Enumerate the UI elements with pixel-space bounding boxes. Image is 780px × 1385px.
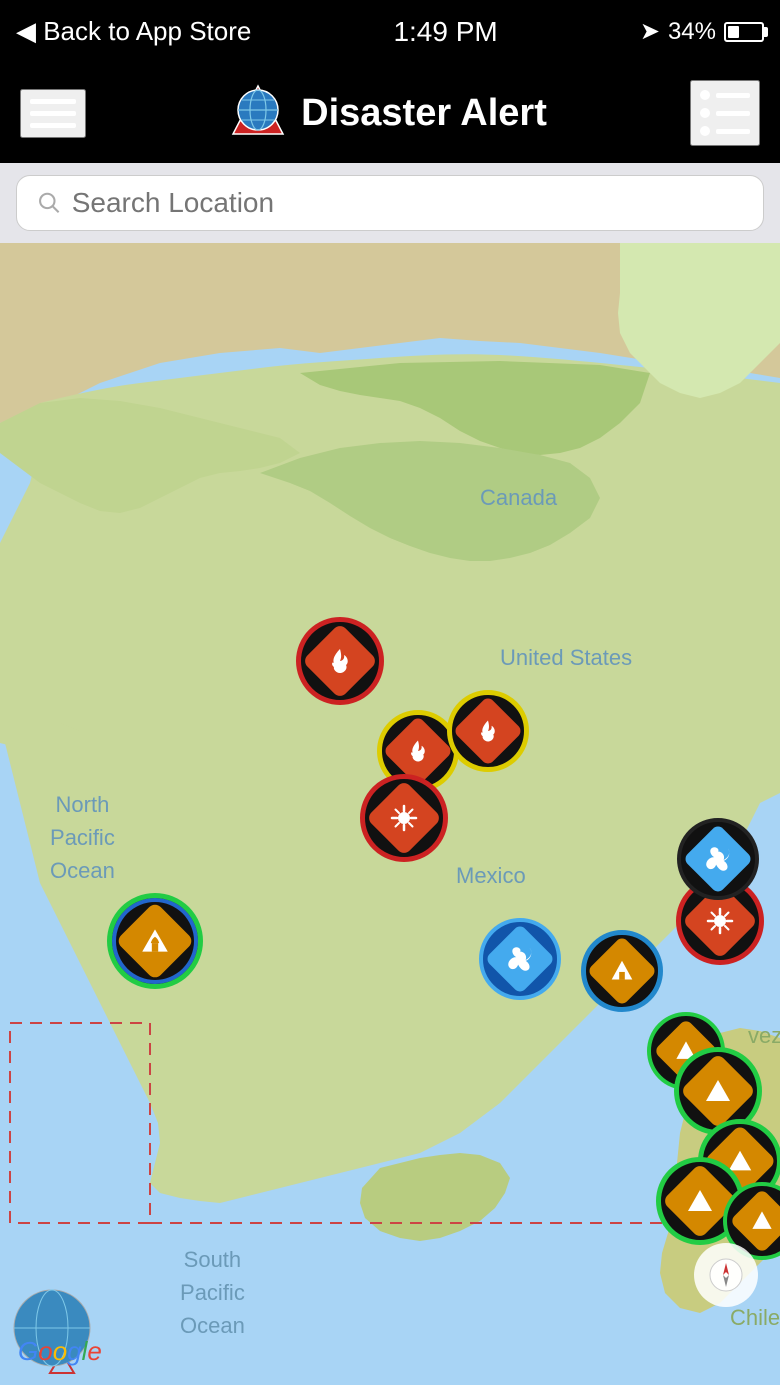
search-input-wrap[interactable] xyxy=(16,175,764,231)
status-right: ➤ 34% xyxy=(640,17,764,46)
marker-cyclone-black-1[interactable] xyxy=(677,818,759,900)
compass-button[interactable] xyxy=(694,1243,758,1307)
status-bar: ◀ Back to App Store 1:49 PM ➤ 34% xyxy=(0,0,780,63)
list-menu-button[interactable] xyxy=(690,80,760,146)
marker-sun-red-1[interactable] xyxy=(360,774,448,862)
search-bar xyxy=(0,163,780,243)
back-button[interactable]: ◀ Back to App Store xyxy=(16,16,251,47)
battery-percent: 34% xyxy=(668,18,716,46)
marker-cyclone-blue-1[interactable] xyxy=(479,918,561,1000)
marker-fire-red-1[interactable] xyxy=(296,617,384,705)
nav-bar: ! Disaster Alert xyxy=(0,63,780,163)
search-input[interactable] xyxy=(72,187,743,219)
marker-volcano-green-1[interactable] xyxy=(107,893,203,989)
compass-icon xyxy=(708,1257,744,1293)
back-label: ◀ Back to App Store xyxy=(16,16,251,47)
location-arrow-icon: ➤ xyxy=(640,17,660,46)
marker-fire-yellow-2[interactable] xyxy=(447,690,529,772)
app-title-text: Disaster Alert xyxy=(301,92,547,135)
app-logo-icon: ! xyxy=(229,84,287,142)
clock: 1:49 PM xyxy=(393,16,497,48)
hamburger-menu-button[interactable] xyxy=(20,89,86,138)
battery-icon xyxy=(724,22,764,42)
marker-volcano-blue-1[interactable] xyxy=(581,930,663,1012)
map-area[interactable]: Canada United States NorthPacificOcean M… xyxy=(0,243,780,1385)
google-logo: Google xyxy=(18,1336,102,1367)
app-title-group: ! Disaster Alert xyxy=(229,84,547,142)
search-icon xyxy=(37,190,62,216)
